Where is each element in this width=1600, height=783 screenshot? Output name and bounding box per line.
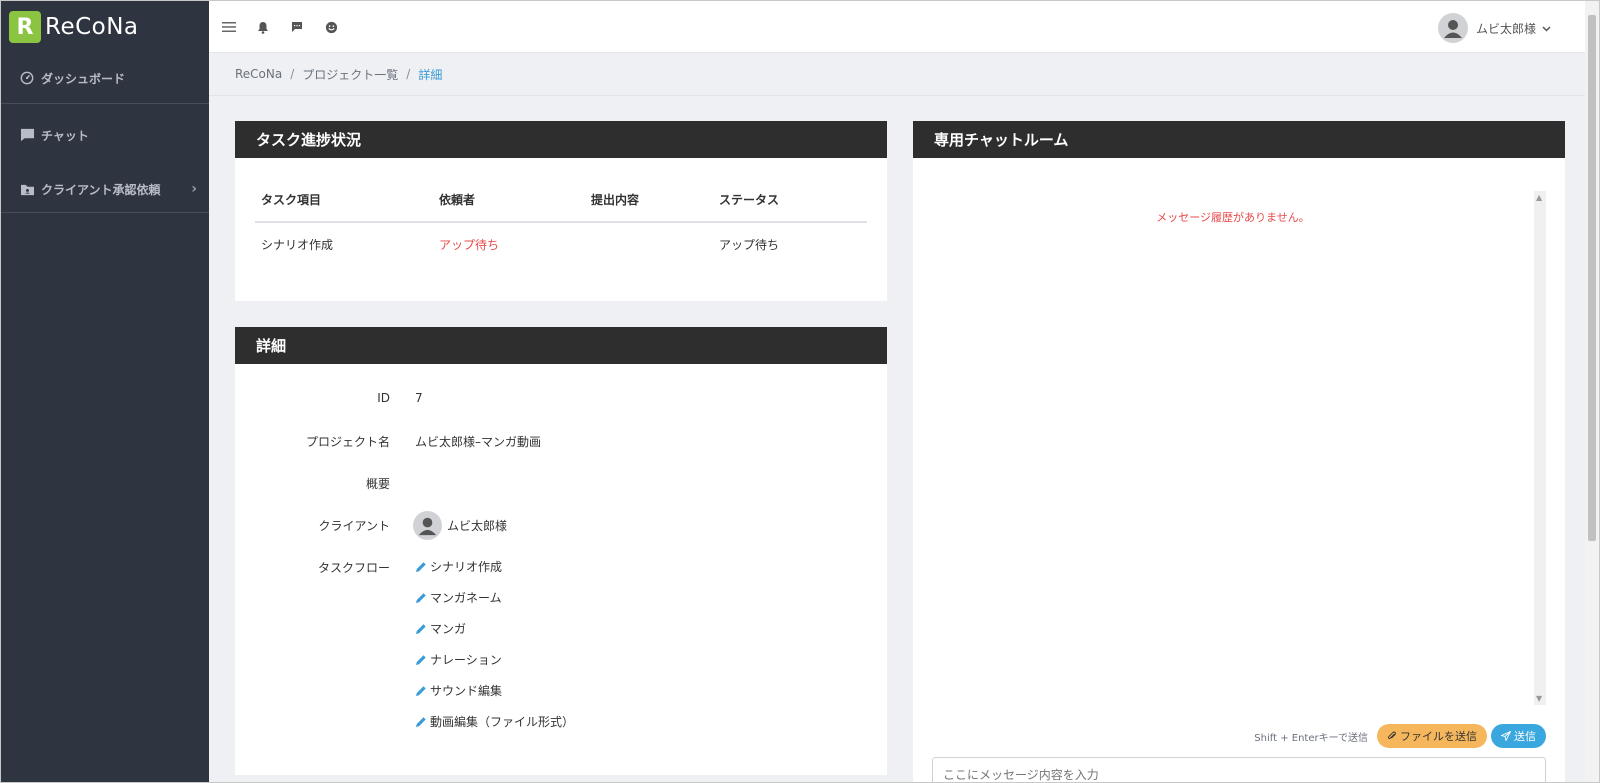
taskflow-item-label: シナリオ作成	[430, 560, 503, 574]
user-name: ムビ太郎様	[1475, 21, 1536, 36]
sidebar-item-label: ダッシュボード	[41, 71, 126, 86]
chat-icon	[19, 127, 35, 143]
requester-cell: アップ待ち	[439, 238, 500, 252]
project-label: プロジェクト名	[305, 435, 390, 449]
column-header: ステータス	[713, 178, 867, 223]
user-menu[interactable]: ムビ太郎様	[1437, 13, 1551, 43]
dashboard-icon	[19, 70, 35, 86]
list-item[interactable]: マンガネーム	[415, 582, 574, 613]
taskflow-item-label: 動画編集（ファイル形式）	[430, 715, 575, 729]
chevron-down-icon	[1542, 21, 1551, 35]
list-item[interactable]: マンガ	[415, 613, 574, 644]
submission-cell	[585, 222, 713, 266]
card-title: タスク進捗状況	[235, 121, 887, 158]
status-cell: アップ待ち	[719, 238, 780, 252]
table-header-row: タスク項目 依頼者 提出内容 ステータス	[255, 178, 867, 223]
project-value: ムビ太郎様–マンガ動画	[415, 435, 542, 449]
breadcrumb-separator: /	[290, 67, 295, 81]
client-label: クライアント	[318, 519, 390, 533]
pencil-icon	[415, 561, 427, 573]
taskflow-item-label: マンガネーム	[430, 591, 502, 605]
sidebar-item-dashboard[interactable]: ダッシュボード	[1, 53, 209, 103]
taskflow-item-label: サウンド編集	[430, 684, 503, 698]
send-label: 送信	[1514, 730, 1536, 743]
send-hint: Shift + Enterキーで送信	[1254, 732, 1368, 744]
card-title: 専用チャットルーム	[913, 121, 1565, 158]
smile-icon[interactable]	[323, 19, 339, 35]
pencil-icon	[415, 623, 427, 635]
column-header: タスク項目	[255, 178, 433, 223]
logo-mark: R	[9, 11, 41, 43]
pencil-icon	[415, 716, 427, 728]
page-scrollbar[interactable]	[1585, 1, 1599, 782]
paperclip-icon	[1387, 731, 1397, 741]
comment-icon[interactable]	[289, 19, 305, 35]
scroll-down-icon[interactable]: ▼	[1536, 694, 1542, 703]
task-table: タスク項目 依頼者 提出内容 ステータス シナリオ作成 アップ待ち アップ待ち	[255, 178, 867, 266]
send-file-label: ファイルを送信	[1400, 730, 1477, 743]
breadcrumb-project-list[interactable]: プロジェクト一覧	[302, 66, 398, 83]
list-item[interactable]: サウンド編集	[415, 675, 574, 706]
sidebar-item-label: チャット	[41, 128, 89, 143]
list-item[interactable]: 動画編集（ファイル形式）	[415, 706, 574, 737]
top-bar: ムビ太郎様	[209, 1, 1599, 53]
column-header: 提出内容	[585, 178, 713, 223]
list-item[interactable]: ナレーション	[415, 644, 574, 675]
task-item-cell: シナリオ作成	[261, 238, 334, 252]
bell-icon[interactable]	[255, 19, 271, 35]
id-value: 7	[415, 391, 423, 405]
breadcrumb-separator: /	[406, 67, 411, 81]
empty-message: メッセージ履歴がありません。	[1156, 211, 1310, 224]
chevron-right-icon: ›	[191, 181, 197, 197]
logo-text: ReCoNa	[45, 14, 139, 40]
task-progress-card: タスク進捗状況 タスク項目 依頼者 提出内容 ステータス シナリオ作成 アップ待…	[235, 121, 887, 301]
chat-room-card: 専用チャットルーム メッセージ履歴がありません。 ▲ ▼ Shift + Ent…	[913, 121, 1565, 782]
sidebar-item-client-approval[interactable]: クライアント承認依頼 ›	[1, 166, 209, 212]
user-icon	[1443, 20, 1462, 38]
table-row: シナリオ作成 アップ待ち アップ待ち	[255, 222, 867, 266]
id-label: ID	[377, 391, 390, 405]
taskflow-item-label: マンガ	[430, 622, 467, 636]
taskflow-label: タスクフロー	[317, 561, 390, 575]
pencil-icon	[415, 685, 427, 697]
breadcrumb-current: 詳細	[418, 67, 443, 82]
send-file-button[interactable]: ファイルを送信	[1377, 724, 1487, 748]
send-button[interactable]: 送信	[1491, 724, 1546, 748]
paper-plane-icon	[1501, 731, 1511, 741]
client-value: ムビ太郎様	[413, 511, 507, 540]
client-name: ムビ太郎様	[447, 519, 508, 533]
list-item[interactable]: シナリオ作成	[415, 551, 574, 582]
chat-message-area[interactable]: メッセージ履歴がありません。 ▲ ▼	[932, 191, 1546, 705]
scroll-up-icon[interactable]: ▲	[1536, 193, 1542, 202]
chat-scrollbar[interactable]: ▲ ▼	[1534, 191, 1546, 705]
pencil-icon	[415, 592, 427, 604]
sidebar-item-label: クライアント承認依頼	[41, 182, 161, 197]
folder-icon	[19, 181, 35, 197]
scrollbar-thumb[interactable]	[1588, 15, 1596, 541]
user-icon	[418, 517, 437, 536]
app-window: R ReCoNa ダッシュボード チャット クライアント承認依頼 › ムビ太郎様…	[0, 0, 1600, 783]
divider	[1, 212, 209, 213]
chat-actions: Shift + Enterキーで送信 ファイルを送信 送信	[1254, 724, 1546, 748]
menu-icon[interactable]	[221, 19, 237, 35]
avatar	[1437, 13, 1468, 43]
logo[interactable]: R ReCoNa	[1, 1, 209, 53]
taskflow-list: シナリオ作成 マンガネーム マンガ ナレーション サウンド編集 動画編集（ファイ…	[415, 551, 574, 737]
breadcrumb: ReCoNa / プロジェクト一覧 / 詳細	[209, 53, 1599, 96]
taskflow-item-label: ナレーション	[430, 653, 502, 667]
card-title: 詳細	[235, 327, 887, 364]
sidebar-item-chat[interactable]: チャット	[1, 104, 209, 166]
detail-card: 詳細 ID 7 プロジェクト名 ムビ太郎様–マンガ動画 概要 クライアント ムビ…	[235, 327, 887, 775]
column-header: 依頼者	[433, 178, 585, 223]
breadcrumb-home[interactable]: ReCoNa	[235, 67, 282, 81]
message-input[interactable]	[932, 757, 1546, 782]
avatar	[413, 511, 442, 540]
summary-label: 概要	[365, 477, 390, 491]
sidebar: R ReCoNa ダッシュボード チャット クライアント承認依頼 ›	[1, 1, 209, 782]
pencil-icon	[415, 654, 427, 666]
